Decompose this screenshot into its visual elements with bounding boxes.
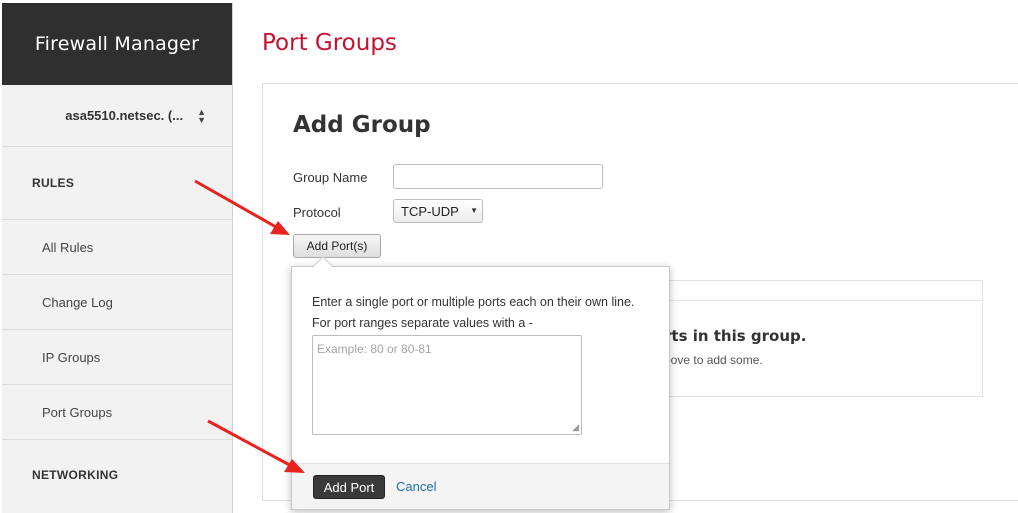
popover-instructions: Enter a single port or multiple ports ea… [312, 292, 634, 334]
popover-footer: Add Port Cancel [292, 463, 669, 509]
instruction-line-1: Enter a single port or multiple ports ea… [312, 295, 635, 309]
sidebar-section-rules: RULES [2, 147, 232, 220]
ports-empty-state: rts in this group. bove to add some. [663, 280, 983, 397]
instruction-line-2: For port ranges separate values with a - [312, 316, 533, 330]
device-selector[interactable]: asa5510.netsec. (... ▲ ▼ [2, 85, 232, 147]
ports-textarea[interactable]: Example: 80 or 80-81 ◢ [312, 335, 582, 435]
select-arrow-icon: ▼ [470, 206, 478, 215]
sidebar-item-port-groups[interactable]: Port Groups [2, 385, 232, 440]
add-port-button[interactable]: Add Port [313, 475, 385, 499]
sidebar-item-change-log[interactable]: Change Log [2, 275, 232, 330]
add-port-popover: Enter a single port or multiple ports ea… [291, 256, 670, 510]
protocol-label: Protocol [293, 205, 341, 220]
page-title: Port Groups [262, 30, 397, 56]
sidebar-item-all-rules[interactable]: All Rules [2, 220, 232, 275]
up-down-caret-icon: ▲ ▼ [197, 106, 206, 125]
device-name: asa5510.netsec. (... [65, 108, 184, 123]
ports-textarea-placeholder: Example: 80 or 80-81 [317, 342, 432, 356]
sidebar-section-networking: NETWORKING [32, 468, 119, 482]
app-title: Firewall Manager [2, 3, 232, 85]
sidebar-item-ip-groups[interactable]: IP Groups [2, 330, 232, 385]
group-name-input[interactable] [393, 164, 603, 189]
cancel-link[interactable]: Cancel [396, 479, 436, 494]
group-name-label: Group Name [293, 170, 368, 185]
sidebar: Firewall Manager asa5510.netsec. (... ▲ ▼… [2, 3, 233, 513]
add-ports-button[interactable]: Add Port(s) [293, 234, 381, 258]
panel-title: Add Group [293, 112, 431, 138]
resize-grip-icon[interactable]: ◢ [572, 422, 579, 433]
empty-state-title: rts in this group. [664, 327, 807, 345]
empty-state-subtitle: bove to add some. [664, 353, 763, 367]
protocol-value: TCP-UDP [401, 203, 459, 219]
divider [664, 300, 982, 301]
protocol-select[interactable]: TCP-UDP ▼ [393, 199, 483, 223]
